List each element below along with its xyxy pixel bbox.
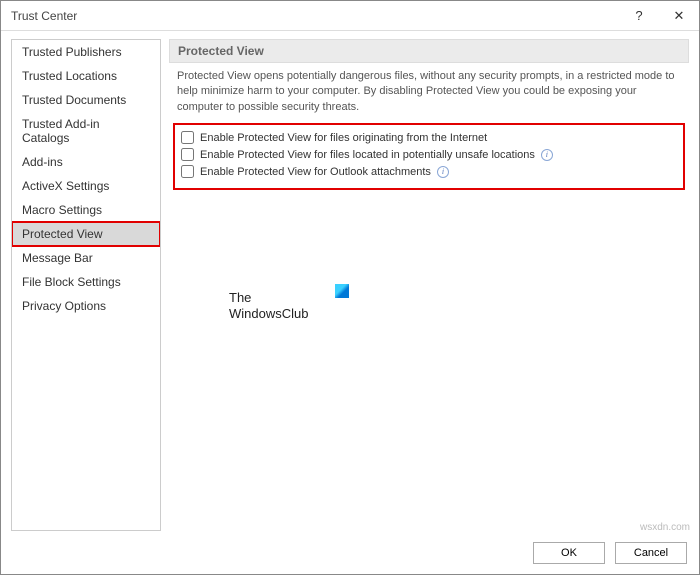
sidebar-item-trusted-documents[interactable]: Trusted Documents bbox=[12, 88, 160, 112]
section-header: Protected View bbox=[169, 39, 689, 63]
sidebar-item-activex-settings[interactable]: ActiveX Settings bbox=[12, 174, 160, 198]
trust-center-window: Trust Center ? ✕ Trusted PublishersTrust… bbox=[0, 0, 700, 575]
sidebar-item-file-block-settings[interactable]: File Block Settings bbox=[12, 270, 160, 294]
check-label: Enable Protected View for Outlook attach… bbox=[200, 166, 431, 178]
check-row-0[interactable]: Enable Protected View for files originat… bbox=[181, 129, 677, 146]
checkbox-0[interactable] bbox=[181, 131, 194, 144]
sidebar-item-macro-settings[interactable]: Macro Settings bbox=[12, 198, 160, 222]
info-icon[interactable]: i bbox=[541, 149, 553, 161]
cancel-button[interactable]: Cancel bbox=[615, 542, 687, 564]
checkbox-2[interactable] bbox=[181, 165, 194, 178]
checkbox-1[interactable] bbox=[181, 148, 194, 161]
sidebar-item-trusted-locations[interactable]: Trusted Locations bbox=[12, 64, 160, 88]
help-button[interactable]: ? bbox=[619, 1, 659, 30]
dialog-body: Trusted PublishersTrusted LocationsTrust… bbox=[1, 31, 699, 533]
check-label: Enable Protected View for files located … bbox=[200, 149, 535, 161]
sidebar-item-trusted-add-in-catalogs[interactable]: Trusted Add-in Catalogs bbox=[12, 112, 160, 150]
sidebar-item-privacy-options[interactable]: Privacy Options bbox=[12, 294, 160, 318]
check-row-2[interactable]: Enable Protected View for Outlook attach… bbox=[181, 163, 677, 180]
sidebar-item-add-ins[interactable]: Add-ins bbox=[12, 150, 160, 174]
check-label: Enable Protected View for files originat… bbox=[200, 132, 487, 144]
close-button[interactable]: ✕ bbox=[659, 1, 699, 30]
sidebar-item-message-bar[interactable]: Message Bar bbox=[12, 246, 160, 270]
sidebar: Trusted PublishersTrusted LocationsTrust… bbox=[11, 39, 161, 531]
logo-line1: The bbox=[229, 290, 349, 306]
checks-group: Enable Protected View for files originat… bbox=[173, 123, 685, 190]
content-pane: Protected View Protected View opens pote… bbox=[169, 39, 689, 531]
windowsclub-logo: The WindowsClub bbox=[229, 290, 349, 321]
logo-line2: WindowsClub bbox=[229, 306, 349, 322]
logo-square-icon bbox=[335, 284, 349, 298]
check-row-1[interactable]: Enable Protected View for files located … bbox=[181, 146, 677, 163]
sidebar-item-protected-view[interactable]: Protected View bbox=[12, 222, 160, 246]
sidebar-item-trusted-publishers[interactable]: Trusted Publishers bbox=[12, 40, 160, 64]
window-title: Trust Center bbox=[11, 9, 619, 23]
button-bar: OK Cancel bbox=[1, 533, 699, 574]
titlebar: Trust Center ? ✕ bbox=[1, 1, 699, 31]
info-icon[interactable]: i bbox=[437, 166, 449, 178]
ok-button[interactable]: OK bbox=[533, 542, 605, 564]
section-description: Protected View opens potentially dangero… bbox=[169, 69, 689, 123]
